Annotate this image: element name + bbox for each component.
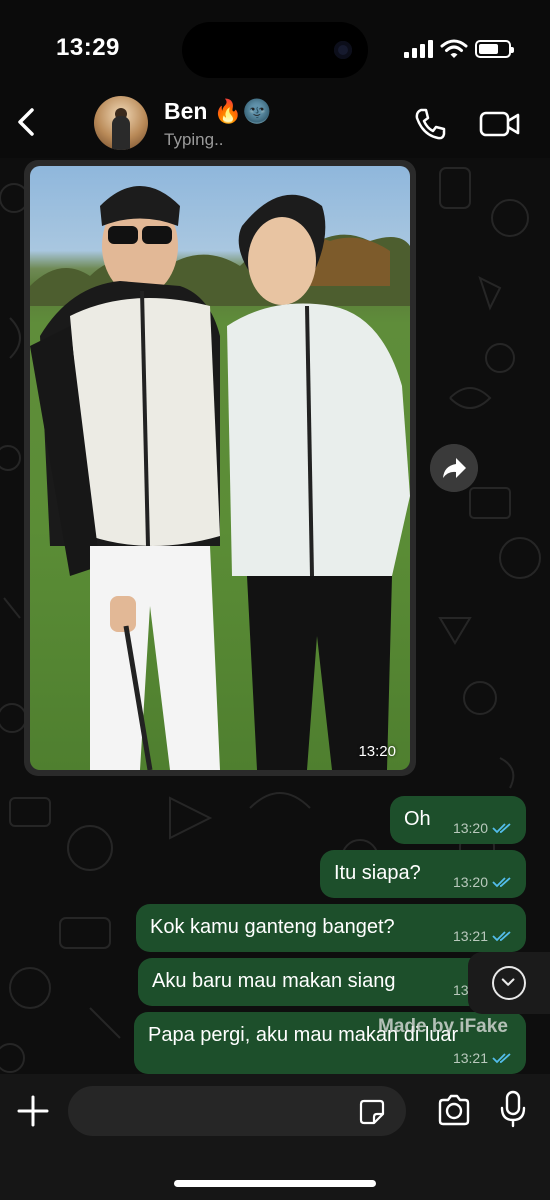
microphone-icon[interactable] <box>500 1090 526 1128</box>
battery-icon <box>475 40 514 58</box>
forward-icon[interactable] <box>430 444 478 492</box>
status-bar: 13:29 <box>0 0 550 92</box>
chevron-down-icon <box>492 966 526 1000</box>
message-meta: 13:20 <box>453 820 514 836</box>
message-meta: 13:20 <box>453 874 514 890</box>
plus-icon[interactable] <box>16 1094 50 1128</box>
image-time: 13:20 <box>358 743 396 760</box>
message-meta: 13:21 <box>453 1050 514 1066</box>
scroll-to-bottom-button[interactable] <box>468 952 550 1014</box>
cellular-signal-icon <box>404 40 434 58</box>
message-text: Oh <box>404 808 431 830</box>
avatar[interactable] <box>94 96 148 150</box>
message-text: Aku baru mau makan siang <box>152 970 396 992</box>
sticker-icon[interactable] <box>358 1098 386 1126</box>
message-input[interactable] <box>68 1086 406 1136</box>
image-message[interactable]: 13:20 <box>24 160 416 776</box>
chat-area[interactable]: 13:20 Oh 13:20 Itu siapa? 13:20 Kok kamu… <box>0 158 550 1074</box>
message-bubble[interactable]: Kok kamu ganteng banget? 13:21 <box>136 904 526 952</box>
message-time: 13:21 <box>452 1050 488 1066</box>
contact-name[interactable]: Ben 🔥🌚 <box>164 98 271 125</box>
read-ticks-icon <box>492 1053 511 1064</box>
person-right <box>227 194 410 770</box>
contact-status: Typing.. <box>164 130 224 149</box>
status-time: 13:29 <box>56 34 120 61</box>
wifi-icon <box>440 39 468 58</box>
read-ticks-icon <box>492 877 511 888</box>
dynamic-island <box>182 22 368 78</box>
person-left <box>30 186 220 770</box>
read-ticks-icon <box>492 823 511 834</box>
chevron-left-icon[interactable] <box>12 104 42 140</box>
message-bubble[interactable]: Itu siapa? 13:20 <box>320 850 526 898</box>
message-text: Kok kamu ganteng banget? <box>150 916 395 938</box>
front-camera-icon <box>334 41 352 59</box>
message-bubble[interactable]: Oh 13:20 <box>390 796 526 844</box>
camera-icon[interactable] <box>436 1094 472 1126</box>
message-text: Itu siapa? <box>334 862 421 884</box>
home-indicator[interactable] <box>174 1180 376 1187</box>
chat-header: Ben 🔥🌚 Typing.. <box>0 92 550 158</box>
message-meta: 13:21 <box>453 928 514 944</box>
photo[interactable]: 13:20 <box>30 166 410 770</box>
message-time: 13:20 <box>452 874 488 890</box>
message-time: 13:21 <box>452 928 488 944</box>
phone-icon[interactable] <box>412 106 448 142</box>
watermark: Made by iFake <box>378 1016 508 1037</box>
video-camera-icon[interactable] <box>478 108 522 140</box>
read-ticks-icon <box>492 931 511 942</box>
message-time: 13:20 <box>452 820 488 836</box>
